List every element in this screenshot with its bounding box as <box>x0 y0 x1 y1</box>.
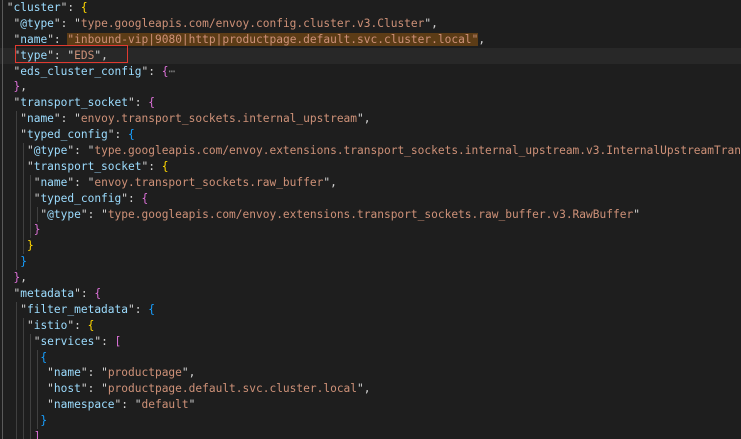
json-value: inbound-vip|9080|http|productpage.defaul… <box>74 32 472 46</box>
code-line[interactable]: } <box>0 222 741 239</box>
json-key: metadata <box>20 287 75 301</box>
code-line[interactable]: "metadata": { <box>0 286 741 302</box>
json-value: type.googleapis.com/envoy.extensions.tra… <box>94 144 741 158</box>
code-line[interactable]: "eds_cluster_config": {⋯ <box>0 63 741 80</box>
code-line[interactable]: "name": "productpage", <box>0 365 741 382</box>
code-line[interactable]: } <box>0 254 741 271</box>
code-line[interactable]: }, <box>0 79 741 96</box>
code-line[interactable]: } <box>0 413 741 430</box>
code-line[interactable]: } <box>0 238 741 255</box>
selection-highlight: "inbound-vip|9080|http|productpage.defau… <box>67 32 479 46</box>
json-key: @type <box>20 16 54 30</box>
code-line[interactable]: "services": [ <box>0 333 741 350</box>
json-value: default <box>141 398 189 412</box>
code-line[interactable]: ] <box>0 429 741 439</box>
json-value: type.googleapis.com/envoy.config.cluster… <box>80 16 425 30</box>
code-line[interactable]: "filter_metadata": { <box>0 301 741 318</box>
code-line[interactable]: "typed_config": { <box>0 190 741 207</box>
code-line[interactable]: "host": "productpage.default.svc.cluster… <box>0 381 741 398</box>
code-editor[interactable]: "cluster": { "@type": "type.googleapis.c… <box>0 0 741 439</box>
code-line[interactable]: "cluster": { <box>0 0 741 16</box>
code-line[interactable]: }, <box>0 270 741 287</box>
json-value: envoy.transport_sockets.raw_buffer <box>94 175 324 189</box>
code-line[interactable]: "@type": "type.googleapis.com/envoy.exte… <box>0 143 741 159</box>
json-key: name <box>53 366 81 380</box>
json-key: cluster <box>13 1 61 14</box>
code-line[interactable]: "transport_socket": { <box>0 158 741 175</box>
json-key: name <box>20 32 48 46</box>
json-key: name <box>40 175 68 189</box>
json-value: type.googleapis.com/envoy.extensions.tra… <box>107 207 634 221</box>
json-key: filter_metadata <box>26 302 129 316</box>
json-value: productpage <box>107 366 182 380</box>
json-key: @type <box>47 207 81 221</box>
code-line[interactable]: "@type": "type.googleapis.com/envoy.exte… <box>0 206 741 223</box>
annotation-highlight-box <box>15 45 128 63</box>
code-line[interactable]: "istio": { <box>0 317 741 334</box>
json-key: typed_config <box>26 128 108 142</box>
json-key: services <box>40 334 95 348</box>
code-line[interactable]: "typed_config": { <box>0 127 741 144</box>
json-key: transport_socket <box>33 159 142 173</box>
code-line[interactable]: "namespace": "default" <box>0 397 741 414</box>
json-key: namespace <box>53 398 115 412</box>
json-key: host <box>53 382 81 396</box>
code-line[interactable]: "transport_socket": { <box>0 95 741 112</box>
json-key: typed_config <box>40 191 122 205</box>
json-key: name <box>26 112 54 126</box>
code-line[interactable]: "@type": "type.googleapis.com/envoy.conf… <box>0 15 741 32</box>
code-line[interactable]: "name": "envoy.transport_sockets.raw_buf… <box>0 174 741 191</box>
code-line[interactable]: { <box>0 349 741 366</box>
json-value: envoy.transport_sockets.internal_upstrea… <box>80 112 358 126</box>
fold-ellipsis-icon[interactable]: ⋯ <box>168 65 175 78</box>
json-key: istio <box>33 318 68 332</box>
json-key: eds_cluster_config <box>20 64 142 78</box>
json-key: transport_socket <box>20 96 129 110</box>
json-key: @type <box>33 144 68 158</box>
json-value: productpage.default.svc.cluster.local <box>107 382 358 396</box>
code-line[interactable]: "name": "envoy.transport_sockets.interna… <box>0 111 741 128</box>
